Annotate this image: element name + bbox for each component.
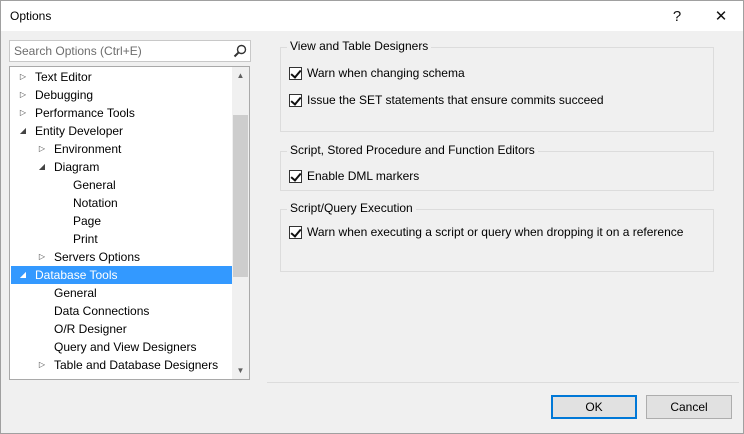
checkbox[interactable] [289, 66, 302, 80]
collapsed-arrow-icon[interactable]: ▷ [36, 356, 48, 374]
group-title: Script, Stored Procedure and Function Ed… [287, 143, 538, 157]
tree-item-label: Diagram [54, 160, 100, 174]
option-label: Warn when changing schema [307, 66, 465, 80]
tree-item-label: General [73, 178, 116, 192]
collapsed-arrow-icon[interactable]: ▷ [36, 248, 48, 266]
tree-item-label: Page [73, 214, 102, 228]
scroll-up-button[interactable]: ▲ [232, 67, 249, 84]
tree-item-label: O/R Designer [54, 322, 127, 336]
tree-item-label: Performance Tools [35, 106, 135, 120]
tree-item[interactable]: General [11, 284, 233, 302]
group-script-editors: Script, Stored Procedure and Function Ed… [280, 143, 714, 191]
chevron-up-icon: ▲ [236, 71, 245, 80]
option-warn-dropping-script[interactable]: Warn when executing a script or query wh… [289, 224, 683, 240]
tree-item-label: Query and View Designers [54, 340, 197, 354]
tree-item-label: Database Tools [35, 268, 118, 282]
tree-item[interactable]: ▷ Debugging [11, 86, 233, 104]
option-warn-changing-schema[interactable]: Warn when changing schema [289, 65, 465, 81]
tree-item[interactable]: Notation [11, 194, 233, 212]
tree-item[interactable]: ▷ Servers Options [11, 248, 233, 266]
help-icon: ? [672, 7, 682, 25]
search-box [9, 40, 251, 62]
close-button[interactable]: ✕ [699, 1, 743, 31]
option-label: Enable DML markers [307, 169, 420, 183]
divider [267, 382, 739, 383]
option-enable-dml-markers[interactable]: Enable DML markers [289, 168, 419, 184]
checkbox[interactable] [289, 225, 302, 239]
tree-item-label: General [54, 286, 97, 300]
collapsed-arrow-icon[interactable]: ▷ [17, 86, 29, 104]
scroll-thumb[interactable] [233, 115, 248, 277]
tree-item-label: Text Editor [35, 70, 92, 84]
chevron-down-icon: ▼ [236, 366, 245, 375]
search-input[interactable] [10, 41, 228, 61]
group-title: Script/Query Execution [287, 201, 416, 215]
option-label: Warn when executing a script or query wh… [307, 225, 684, 239]
tree-item[interactable]: ◢ Database Tools [11, 266, 233, 284]
tree-item[interactable]: General [11, 176, 233, 194]
group-title: View and Table Designers [287, 39, 432, 53]
tree-item[interactable]: ▷ Performance Tools [11, 104, 233, 122]
tree-item[interactable]: O/R Designer [11, 320, 233, 338]
collapsed-arrow-icon[interactable]: ▷ [17, 68, 29, 86]
options-tree[interactable]: ▷ Text Editor ▷ Debugging ▷ Performance Tools… [9, 66, 250, 380]
tree-item[interactable]: Page [11, 212, 233, 230]
tree-item[interactable]: Print [11, 230, 233, 248]
close-icon: ✕ [714, 8, 728, 25]
search-icon[interactable] [233, 44, 247, 58]
help-button[interactable]: ? [655, 1, 699, 31]
collapsed-arrow-icon[interactable]: ▷ [17, 104, 29, 122]
group-view-table-designers: View and Table Designers Warn when chang… [280, 39, 714, 132]
tree-item-label: Table and Database Designers [54, 358, 219, 372]
tree-item-label: Print [73, 232, 98, 246]
collapsed-arrow-icon[interactable]: ▷ [36, 140, 48, 158]
tree-item-label: Data Connections [54, 304, 150, 318]
expanded-arrow-icon[interactable]: ◢ [17, 122, 29, 140]
scroll-down-button[interactable]: ▼ [232, 362, 249, 379]
tree-item-label: Servers Options [54, 250, 141, 264]
tree-item[interactable]: Query and View Designers [11, 338, 233, 356]
group-query-execution: Script/Query Execution Warn when executi… [280, 201, 714, 272]
expanded-arrow-icon[interactable]: ◢ [17, 266, 29, 284]
expanded-arrow-icon[interactable]: ◢ [36, 158, 48, 176]
title-bar: Options ? ✕ [1, 1, 743, 31]
tree-item[interactable]: ▷ Text Editor [11, 68, 233, 86]
window-title: Options [10, 9, 52, 23]
ok-button[interactable]: OK [551, 395, 637, 419]
options-dialog: Options ? ✕ ▷ Text Editor ▷ Debugging ▷ Perfo… [0, 0, 744, 434]
checkbox[interactable] [289, 169, 302, 183]
tree-item-label: Debugging [35, 88, 94, 102]
tree-item-label: Environment [54, 142, 122, 156]
cancel-button[interactable]: Cancel [646, 395, 732, 419]
tree-item[interactable]: ◢ Diagram [11, 158, 233, 176]
checkbox[interactable] [289, 93, 302, 107]
tree-item[interactable]: ▷ Table and Database Designers [11, 356, 233, 374]
tree-item-label: Notation [73, 196, 118, 210]
option-issue-set-statements[interactable]: Issue the SET statements that ensure com… [289, 92, 604, 108]
tree-item[interactable]: ▷ Environment [11, 140, 233, 158]
tree-item[interactable]: Data Connections [11, 302, 233, 320]
tree-item[interactable]: ◢ Entity Developer [11, 122, 233, 140]
option-label: Issue the SET statements that ensure com… [307, 93, 604, 107]
tree-item-label: Entity Developer [35, 124, 124, 138]
tree-scrollbar[interactable]: ▲ ▼ [232, 67, 249, 379]
